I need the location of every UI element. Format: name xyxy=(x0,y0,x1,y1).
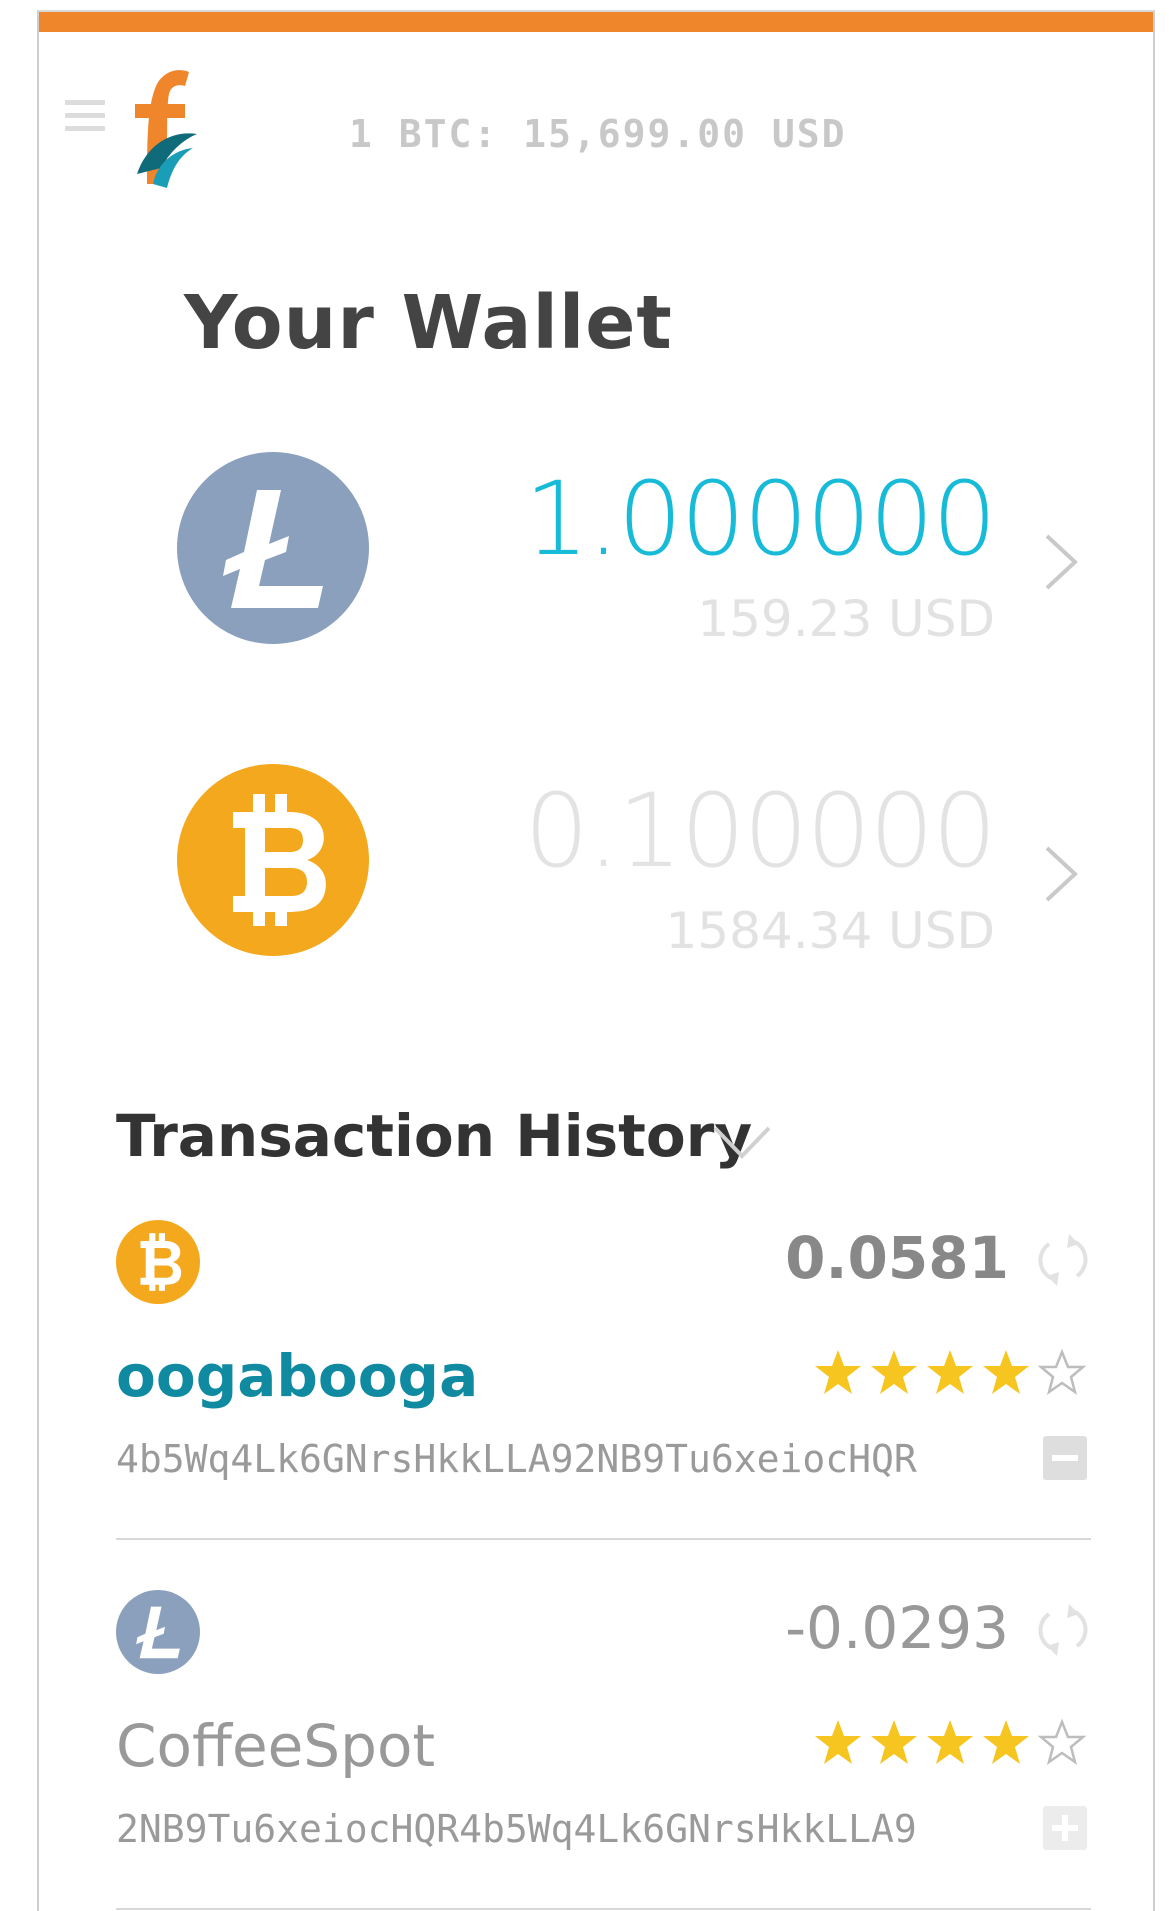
app-logo xyxy=(135,70,197,188)
bitcoin-icon xyxy=(116,1220,200,1304)
wallet-amount: 1.000000 xyxy=(524,460,997,579)
section-title: Transaction History xyxy=(116,1102,753,1170)
bitcoin-icon xyxy=(177,764,369,956)
transaction-row[interactable]: -0.0293 CoffeeSpot 2NB9Tu6xeiocHQR4b5Wq4… xyxy=(116,1582,1091,1911)
star-empty-icon[interactable] xyxy=(1037,1348,1087,1396)
transaction-amount: 0.0581 xyxy=(785,1224,1009,1292)
rating-stars[interactable] xyxy=(813,1718,1087,1766)
accent-bar xyxy=(39,12,1153,32)
app-frame: 1 BTC: 15,699.00 USD Your Wallet 1.00000… xyxy=(37,10,1155,1911)
wallet-address: 2NB9Tu6xeiocHQR4b5Wq4Lk6GNrsHkkLLA9 xyxy=(116,1807,917,1851)
star-filled-icon[interactable] xyxy=(925,1718,975,1766)
star-filled-icon[interactable] xyxy=(813,1718,863,1766)
divider xyxy=(116,1538,1091,1540)
chevron-right-icon[interactable] xyxy=(1039,530,1083,594)
merchant-name: oogabooga xyxy=(116,1342,479,1410)
star-empty-icon[interactable] xyxy=(1037,1718,1087,1766)
wallet-amount: 0.100000 xyxy=(524,772,997,891)
star-filled-icon[interactable] xyxy=(869,1348,919,1396)
transaction-amount: -0.0293 xyxy=(785,1594,1009,1662)
star-filled-icon[interactable] xyxy=(981,1718,1031,1766)
refresh-icon[interactable] xyxy=(1037,1230,1089,1290)
star-filled-icon[interactable] xyxy=(813,1348,863,1396)
refresh-icon[interactable] xyxy=(1037,1600,1089,1660)
chevron-right-icon[interactable] xyxy=(1039,842,1083,906)
exchange-rate: 1 BTC: 15,699.00 USD xyxy=(349,112,847,156)
star-filled-icon[interactable] xyxy=(869,1718,919,1766)
star-filled-icon[interactable] xyxy=(981,1348,1031,1396)
wallet-usd-value: 159.23 USD xyxy=(697,590,995,648)
wallet-row-litecoin[interactable]: 1.000000 159.23 USD xyxy=(39,442,1153,662)
merchant-name: CoffeeSpot xyxy=(116,1712,436,1780)
collapse-minus-icon[interactable] xyxy=(1041,1434,1089,1482)
litecoin-icon xyxy=(116,1590,200,1674)
chevron-down-icon[interactable] xyxy=(711,1120,773,1162)
page-title: Your Wallet xyxy=(184,280,673,366)
litecoin-icon xyxy=(177,452,369,644)
wallet-row-bitcoin[interactable]: 0.100000 1584.34 USD xyxy=(39,754,1153,974)
hamburger-menu-icon[interactable] xyxy=(65,100,105,136)
wallet-usd-value: 1584.34 USD xyxy=(665,902,996,960)
transaction-row[interactable]: 0.0581 oogabooga 4b5Wq4Lk6GNrsHkkLLA92NB… xyxy=(116,1212,1091,1552)
divider xyxy=(116,1908,1091,1910)
star-filled-icon[interactable] xyxy=(925,1348,975,1396)
rating-stars[interactable] xyxy=(813,1348,1087,1396)
expand-plus-icon[interactable] xyxy=(1041,1804,1089,1852)
wallet-address: 4b5Wq4Lk6GNrsHkkLLA92NB9Tu6xeiocHQR xyxy=(116,1437,917,1481)
